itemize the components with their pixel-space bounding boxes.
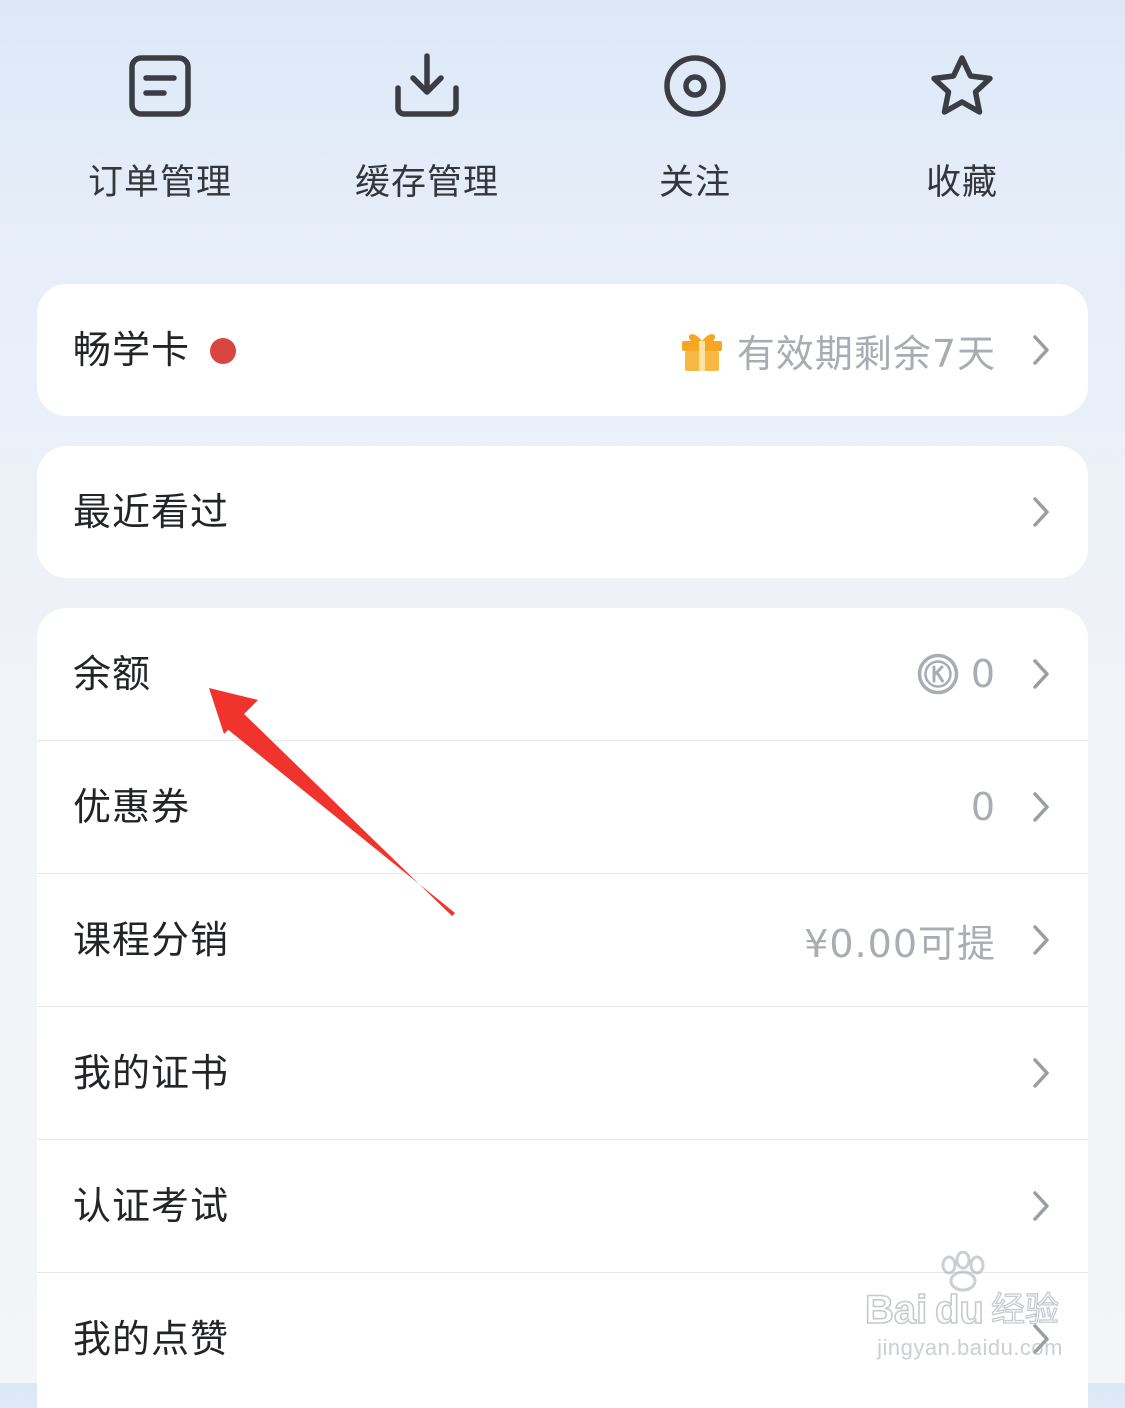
membership-row[interactable]: 畅学卡 有效期剩余7天 (37, 284, 1088, 416)
recent-card: 最近看过 (37, 446, 1088, 578)
chevron-right-icon (1032, 791, 1050, 823)
star-icon (928, 52, 996, 120)
recent-label: 最近看过 (73, 490, 230, 534)
membership-label: 畅学卡 (73, 328, 191, 372)
chevron-right-icon (1032, 924, 1050, 956)
chevron-right-icon (1032, 334, 1050, 366)
follow-eye-icon (661, 52, 729, 120)
follow-button[interactable]: 关注 (575, 0, 815, 240)
favorites-button[interactable]: 收藏 (842, 0, 1082, 240)
chevron-right-icon (1032, 658, 1050, 690)
download-icon (393, 52, 461, 120)
certificates-row[interactable]: 我的证书 (37, 1006, 1088, 1139)
my-likes-row[interactable]: 我的点赞 (37, 1272, 1088, 1405)
cache-management-label: 缓存管理 (354, 163, 499, 203)
balance-value: 0 (970, 652, 996, 696)
coupons-label: 优惠券 (73, 785, 191, 829)
certification-exam-row[interactable]: 认证考试 (37, 1139, 1088, 1272)
gift-icon (679, 327, 725, 373)
favorites-label: 收藏 (925, 163, 998, 203)
follow-label: 关注 (658, 163, 731, 203)
certificates-label: 我的证书 (73, 1051, 230, 1095)
order-list-icon (126, 52, 194, 120)
balance-row[interactable]: 余额 0 (37, 608, 1088, 740)
chevron-right-icon (1032, 1323, 1050, 1355)
distribution-label: 课程分销 (73, 918, 230, 962)
my-likes-label: 我的点赞 (73, 1317, 230, 1361)
chevron-right-icon (1032, 1190, 1050, 1222)
coupons-row[interactable]: 优惠券 0 (37, 740, 1088, 873)
order-management-label: 订单管理 (87, 163, 232, 203)
membership-status: 有效期剩余7天 (736, 331, 996, 376)
recent-row[interactable]: 最近看过 (37, 446, 1088, 578)
certification-exam-label: 认证考试 (73, 1184, 230, 1228)
distribution-value: ¥0.00可提 (804, 921, 996, 966)
balance-label: 余额 (73, 652, 152, 696)
coupons-value: 0 (970, 785, 996, 829)
order-management-button[interactable]: 订单管理 (40, 0, 280, 240)
cache-management-button[interactable]: 缓存管理 (307, 0, 547, 240)
chevron-right-icon (1032, 496, 1050, 528)
account-card: 余额 0 优惠券 0 课程分销 ¥0.00可提 我的证书 认证考试 我的点赞 (37, 608, 1088, 1408)
coin-icon (917, 653, 959, 695)
quick-actions-bar: 订单管理 缓存管理 关注 收藏 (0, 0, 1125, 250)
distribution-row[interactable]: 课程分销 ¥0.00可提 (37, 873, 1088, 1006)
membership-card: 畅学卡 有效期剩余7天 (37, 284, 1088, 416)
notification-dot (210, 338, 236, 364)
chevron-right-icon (1032, 1057, 1050, 1089)
